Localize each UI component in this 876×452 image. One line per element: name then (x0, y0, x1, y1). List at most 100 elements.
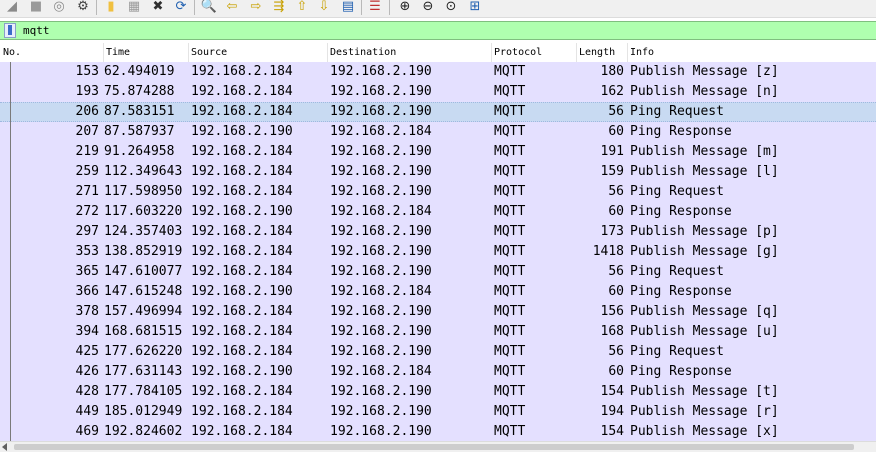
scroll-left-icon[interactable] (2, 443, 7, 451)
packet-time: 185.012949 (104, 404, 183, 419)
packet-row[interactable]: 259 112.349643 192.168.2.184 192.168.2.190 M… (0, 162, 876, 182)
go-forward-icon[interactable]: ⇨ (248, 0, 264, 14)
packet-row[interactable]: 366 147.615248 192.168.2.190 192.168.2.184 M… (0, 282, 876, 302)
packet-row[interactable]: 426 177.631143 192.168.2.190 192.168.2.184 M… (0, 362, 876, 382)
display-filter-bar[interactable]: mqtt (0, 21, 876, 40)
packet-length: 156 (600, 304, 624, 319)
packet-protocol: MQTT (494, 404, 526, 419)
column-header-destination[interactable]: Destination (327, 43, 492, 62)
packet-length: 56 (608, 344, 624, 359)
open-file-icon[interactable]: ▮ (103, 0, 119, 14)
stop-capture-icon[interactable]: ◢ (4, 0, 20, 14)
display-filter-input[interactable]: mqtt (23, 23, 50, 39)
packet-destination: 192.168.2.184 (330, 124, 432, 139)
save-file-icon[interactable]: ▦ (126, 0, 142, 14)
go-to-packet-icon[interactable]: ⇶ (271, 0, 287, 14)
packet-row[interactable]: 297 124.357403 192.168.2.184 192.168.2.190 M… (0, 222, 876, 242)
capture-options-icon[interactable]: ◎ (51, 0, 67, 14)
packet-destination: 192.168.2.184 (330, 284, 432, 299)
column-header-info[interactable]: Info (627, 43, 876, 62)
packet-time: 177.784105 (104, 384, 183, 399)
packet-info: Publish Message [n] (630, 84, 779, 99)
packet-protocol: MQTT (494, 144, 526, 159)
go-back-icon[interactable]: ⇦ (224, 0, 240, 14)
packet-number: 259 (75, 164, 99, 179)
packet-protocol: MQTT (494, 284, 526, 299)
packet-protocol: MQTT (494, 364, 526, 379)
go-last-icon[interactable]: ⇩ (316, 0, 332, 14)
reload-file-icon[interactable]: ⟳ (173, 0, 189, 14)
packet-row[interactable]: 272 117.603220 192.168.2.190 192.168.2.184 M… (0, 202, 876, 222)
packet-number: 193 (75, 84, 99, 99)
packet-number: 153 (75, 64, 99, 79)
horizontal-scrollbar[interactable] (0, 441, 876, 452)
packet-destination: 192.168.2.184 (330, 204, 432, 219)
packet-row[interactable]: 271 117.598950 192.168.2.184 192.168.2.190 M… (0, 182, 876, 202)
zoom-normal-icon[interactable]: ⊙ (443, 0, 459, 14)
packet-info: Ping Request (630, 264, 724, 279)
packet-time: 87.583151 (104, 104, 175, 119)
packet-info: Publish Message [p] (630, 224, 779, 239)
column-header-source[interactable]: Source (188, 43, 328, 62)
packet-number: 297 (75, 224, 99, 239)
go-first-icon[interactable]: ⇧ (294, 0, 310, 14)
packet-protocol: MQTT (494, 184, 526, 199)
packet-source: 192.168.2.184 (191, 84, 293, 99)
packet-row[interactable]: 428 177.784105 192.168.2.184 192.168.2.190 M… (0, 382, 876, 402)
packet-time: 192.824602 (104, 424, 183, 439)
packet-row[interactable]: 425 177.626220 192.168.2.184 192.168.2.190 M… (0, 342, 876, 362)
packet-row[interactable]: 193 75.874288 192.168.2.184 192.168.2.190 MQ… (0, 82, 876, 102)
find-packet-icon[interactable]: 🔍 (201, 0, 217, 14)
packet-time: 75.874288 (104, 84, 175, 99)
packet-protocol: MQTT (494, 244, 526, 259)
column-header-length[interactable]: Length (576, 43, 628, 62)
packet-time: 168.681515 (104, 324, 183, 339)
packet-destination: 192.168.2.190 (330, 64, 432, 79)
packet-source: 192.168.2.190 (191, 284, 293, 299)
zoom-in-icon[interactable]: ⊕ (397, 0, 413, 14)
packet-length: 60 (608, 204, 624, 219)
column-header-protocol[interactable]: Protocol (491, 43, 577, 62)
toolbar-separator (361, 0, 362, 15)
packet-row[interactable]: 365 147.610077 192.168.2.184 192.168.2.190 M… (0, 262, 876, 282)
packet-destination: 192.168.2.190 (330, 344, 432, 359)
packet-source: 192.168.2.184 (191, 104, 293, 119)
filter-bookmark-icon[interactable] (4, 23, 16, 38)
packet-source: 192.168.2.184 (191, 224, 293, 239)
packet-protocol: MQTT (494, 384, 526, 399)
packet-source: 192.168.2.184 (191, 64, 293, 79)
packet-row[interactable]: 469 192.824602 192.168.2.184 192.168.2.190 M… (0, 422, 876, 442)
packet-protocol: MQTT (494, 64, 526, 79)
packet-row[interactable]: 207 87.587937 192.168.2.190 192.168.2.184 MQ… (0, 122, 876, 142)
packet-row[interactable]: 378 157.496994 192.168.2.184 192.168.2.190 M… (0, 302, 876, 322)
packet-source: 192.168.2.184 (191, 144, 293, 159)
packet-length: 173 (600, 224, 624, 239)
packet-row[interactable]: 219 91.264958 192.168.2.184 192.168.2.190 MQ… (0, 142, 876, 162)
packet-source: 192.168.2.184 (191, 304, 293, 319)
gear-icon[interactable]: ⚙ (75, 0, 91, 14)
resize-columns-icon[interactable]: ⊞ (467, 0, 483, 14)
packet-time: 177.626220 (104, 344, 183, 359)
scrollbar-thumb[interactable] (14, 444, 854, 450)
packet-time: 112.349643 (104, 164, 183, 179)
packet-info: Ping Response (630, 364, 732, 379)
packet-row[interactable]: 394 168.681515 192.168.2.184 192.168.2.190 M… (0, 322, 876, 342)
column-header-no[interactable]: No. (0, 43, 104, 62)
zoom-out-icon[interactable]: ⊖ (420, 0, 436, 14)
packet-number: 425 (75, 344, 99, 359)
packet-row[interactable]: 153 62.494019 192.168.2.184 192.168.2.190 MQ… (0, 62, 876, 82)
colorize-icon[interactable]: ☰ (367, 0, 383, 14)
packet-row[interactable]: 206 87.583151 192.168.2.184 192.168.2.190 MQ… (0, 102, 876, 122)
restart-capture-icon[interactable]: ■ (28, 0, 44, 14)
column-header-time[interactable]: Time (103, 43, 189, 62)
packet-length: 60 (608, 364, 624, 379)
packet-protocol: MQTT (494, 344, 526, 359)
close-file-icon[interactable]: ✖ (150, 0, 166, 14)
packet-length: 159 (600, 164, 624, 179)
packet-number: 219 (75, 144, 99, 159)
packet-row[interactable]: 353 138.852919 192.168.2.184 192.168.2.190 M… (0, 242, 876, 262)
autoscroll-icon[interactable]: ▤ (340, 0, 356, 14)
packet-number: 206 (75, 104, 99, 119)
packet-number: 426 (75, 364, 99, 379)
packet-row[interactable]: 449 185.012949 192.168.2.184 192.168.2.190 M… (0, 402, 876, 422)
